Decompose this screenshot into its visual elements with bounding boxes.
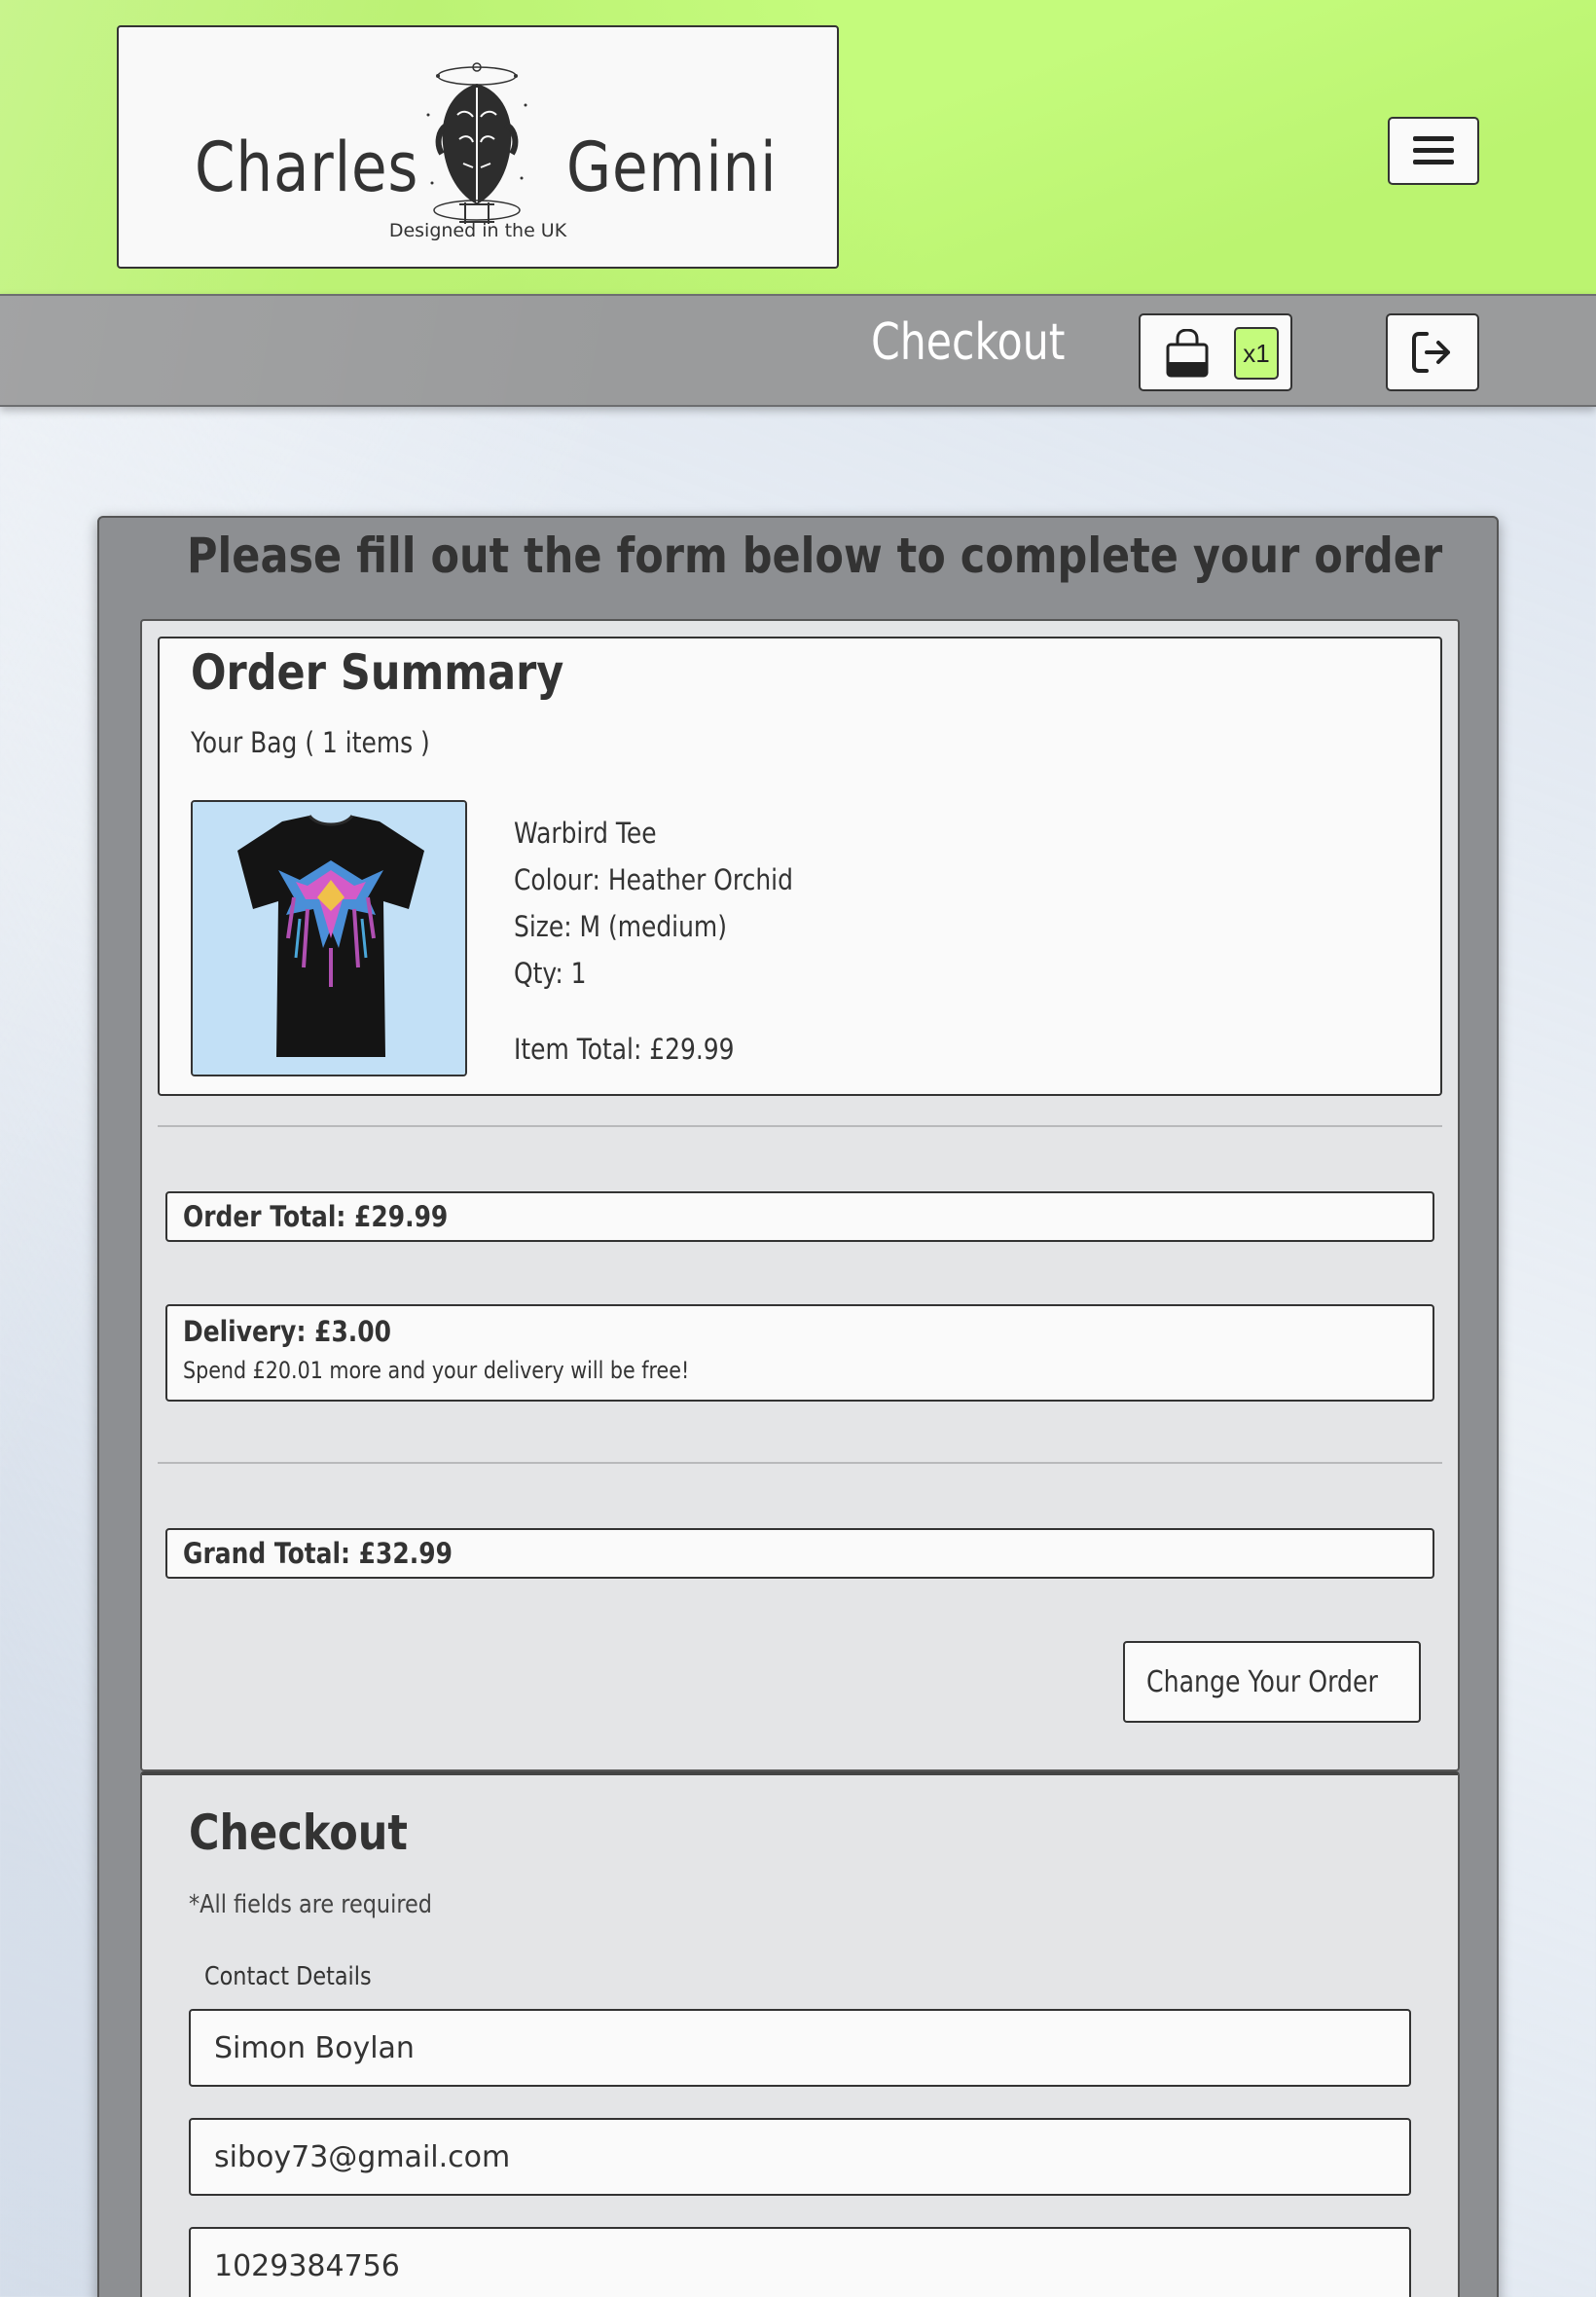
gemini-emblem-icon (426, 62, 527, 224)
checkout-bar: Checkout x1 (0, 294, 1596, 407)
totals-divider (158, 1462, 1442, 1464)
product-name: Warbird Tee (514, 817, 657, 850)
order-summary-card: Order Summary Your Bag ( 1 items ) Warbi… (158, 637, 1442, 1096)
checkout-title: Checkout (189, 1805, 408, 1861)
product-colour: Colour: Heather Orchid (514, 863, 793, 896)
product-quantity: Qty: 1 (514, 957, 587, 990)
menu-toggle-button[interactable] (1388, 117, 1479, 185)
order-total-box: Order Total: £29.99 (165, 1191, 1434, 1242)
grand-total: Grand Total: £32.99 (183, 1537, 453, 1570)
product-image (191, 800, 467, 1076)
delivery-box: Delivery: £3.00 Spend £20.01 more and yo… (165, 1304, 1434, 1402)
email-field[interactable] (189, 2118, 1411, 2196)
change-order-label: Change Your Order (1146, 1664, 1378, 1699)
checkout-panel: Please fill out the form below to comple… (97, 516, 1499, 2297)
site-logo[interactable]: Charles Gemini Designed in the UK (117, 25, 839, 269)
form-instruction-heading: Please fill out the form below to comple… (186, 528, 1442, 584)
shopping-bag-button[interactable]: x1 (1139, 313, 1292, 391)
phone-number-field[interactable] (189, 2227, 1411, 2297)
full-name-field[interactable] (189, 2009, 1411, 2087)
required-fields-note: *All fields are required (189, 1890, 432, 1919)
logout-button[interactable] (1386, 313, 1479, 391)
checkout-form-section: Checkout *All fields are required Contac… (140, 1771, 1460, 2297)
t-shirt-image (193, 802, 465, 1075)
logo-word-left: Charles (195, 128, 419, 207)
page-title: Checkout (871, 313, 1066, 372)
order-summary-section: Order Summary Your Bag ( 1 items ) Warbi… (140, 619, 1460, 1771)
logo-word-right: Gemini (566, 128, 778, 207)
product-details: Warbird Tee Colour: Heather Orchid Size:… (514, 810, 839, 1073)
logo-tagline: Designed in the UK (388, 220, 567, 241)
item-total: Item Total: £29.99 (514, 1033, 735, 1066)
change-order-button[interactable]: Change Your Order (1123, 1641, 1421, 1723)
sign-out-icon (1412, 332, 1450, 373)
free-delivery-note: Spend £20.01 more and your delivery will… (183, 1357, 690, 1384)
summary-divider (158, 1125, 1442, 1127)
shopping-bag-icon (1166, 329, 1209, 378)
bag-count-badge: x1 (1234, 327, 1279, 380)
order-total: Order Total: £29.99 (183, 1200, 449, 1233)
order-summary-title: Order Summary (191, 644, 564, 701)
grand-total-box: Grand Total: £32.99 (165, 1528, 1434, 1579)
product-size: Size: M (medium) (514, 910, 727, 943)
delivery-cost: Delivery: £3.00 (183, 1315, 391, 1348)
contact-details-legend: Contact Details (204, 1962, 372, 1991)
bag-item-count: Your Bag ( 1 items ) (191, 726, 430, 759)
hamburger-menu-icon (1413, 136, 1454, 165)
site-header: Charles Gemini Designed in the UK (0, 0, 1596, 294)
